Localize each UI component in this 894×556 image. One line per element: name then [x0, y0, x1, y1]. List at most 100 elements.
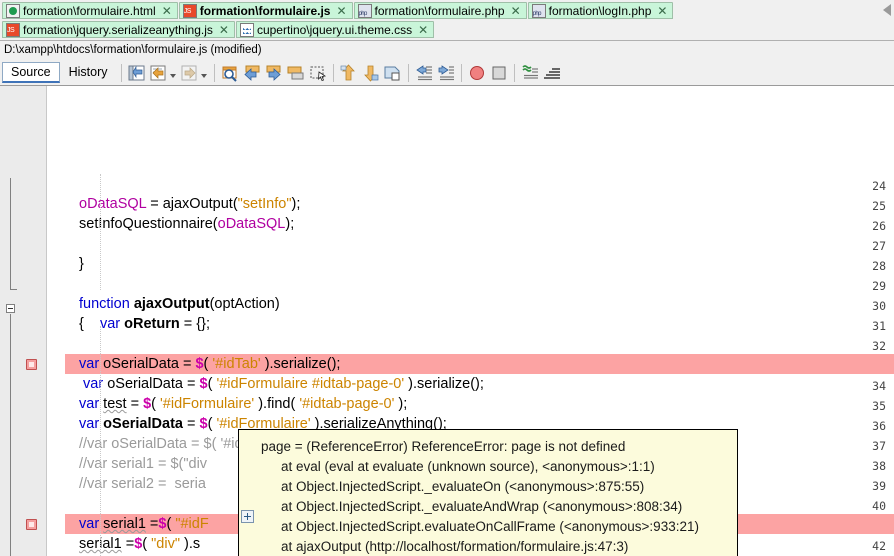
code-token: var [99, 316, 125, 332]
code-token: ); [394, 396, 408, 412]
code-token: ).s [180, 536, 201, 552]
shift-right-icon[interactable] [436, 64, 456, 82]
tooltip-stack-frame: at ajaxOutput (http://localhost/formatio… [281, 539, 629, 554]
find-selection-icon[interactable] [220, 64, 240, 82]
tab-source[interactable]: Source [2, 62, 60, 83]
code-token: $ [195, 356, 204, 372]
code-line[interactable]: setInfoQuestionnaire(oDataSQL); [79, 214, 294, 234]
tab-close-icon[interactable]: ✕ [656, 5, 668, 17]
back-navigation-dropdown-icon[interactable] [169, 74, 176, 78]
code-token: '#idTab' [212, 356, 261, 372]
code-token: = [145, 516, 159, 532]
editor-tab-row1-0[interactable]: formation\formulaire.html ✕ [2, 2, 178, 19]
code-token: ).find( [254, 396, 300, 412]
file-path-bar: D:\xampp\htdocs\formation\formulaire.js … [0, 41, 894, 60]
code-token: oSerialData = [103, 356, 196, 372]
tab-close-icon[interactable]: ✕ [218, 24, 230, 36]
tab-history[interactable]: History [60, 62, 117, 83]
code-line[interactable]: serial1 =$( "div" ).s [79, 534, 200, 554]
code-token: oDataSQL [217, 216, 286, 232]
code-line[interactable]: { var oReturn = {}; [79, 314, 210, 334]
code-token: "setInfo" [237, 196, 292, 212]
code-token: ); [291, 196, 301, 212]
forward-navigation-dropdown-icon[interactable] [200, 74, 207, 78]
previous-bookmark-icon[interactable] [242, 64, 262, 82]
editor-tab-row1-2[interactable]: formation\formulaire.php ✕ [353, 2, 527, 22]
code-token: = [182, 416, 200, 432]
code-token: ( [166, 516, 176, 532]
code-token: '#idFormulaire' [160, 396, 255, 412]
code-line[interactable]: var test = $( '#idFormulaire' ).find( '#… [79, 394, 407, 414]
code-token: oSerialData [103, 416, 183, 432]
editor-tab-label: formation\formulaire.php [374, 3, 505, 18]
editor-tab-row1-1[interactable]: formation\formulaire.js ✕ [178, 2, 353, 20]
expand-plus-icon[interactable] [241, 510, 254, 523]
comment-icon[interactable] [383, 64, 403, 82]
code-token: $ [199, 376, 208, 392]
editor-toolbar: Source History [0, 60, 894, 86]
indent-guide [100, 174, 101, 290]
code-token: = {}; [179, 316, 210, 332]
editor-tab-label: cupertino\jquery.ui.theme.css [256, 22, 413, 37]
code-token: = ajaxOutput( [150, 196, 238, 212]
editor-gutter[interactable] [0, 86, 47, 556]
editor-tab-row2-1[interactable]: cupertino\jquery.ui.theme.css ✕ [235, 21, 435, 38]
toolbar-separator [120, 63, 122, 82]
editor-tab-row1-3[interactable]: formation\logIn.php ✕ [527, 2, 674, 22]
code-token: (optAction) [209, 296, 280, 312]
next-bookmark-icon[interactable] [264, 64, 284, 82]
tooltip-error-header: page = (ReferenceError) ReferenceError: … [261, 439, 626, 454]
code-line[interactable]: } [79, 254, 84, 274]
tab-close-icon[interactable]: ✕ [417, 24, 429, 36]
php-file-icon [357, 3, 372, 22]
code-line[interactable]: var oSerialData = $( '#idFormulaire #idt… [79, 374, 484, 394]
debugger-value-tooltip: page = (ReferenceError) ReferenceError: … [238, 429, 738, 556]
toggle-breakpoint-icon[interactable] [467, 64, 487, 82]
tab-row-2: formation\jquery.serializeanything.js✕cu… [2, 21, 894, 39]
tab-close-icon[interactable]: ✕ [335, 5, 347, 17]
code-line[interactable]: function ajaxOutput(optAction) [79, 294, 280, 314]
code-token: ajaxOutput [133, 296, 210, 312]
code-token: { [79, 316, 100, 332]
back-navigation-icon[interactable] [149, 64, 169, 82]
tab-close-icon[interactable]: ✕ [510, 5, 522, 17]
shift-line-down-icon[interactable] [361, 64, 381, 82]
code-line[interactable]: oDataSQL = ajaxOutput("setInfo"); [79, 194, 300, 214]
rectangular-selection-icon[interactable] [308, 64, 328, 82]
code-editor[interactable]: 2425262728293031323435363738394042434445… [0, 86, 894, 556]
shift-line-up-icon[interactable] [339, 63, 359, 82]
breakpoint-marker-icon[interactable] [26, 359, 37, 370]
code-token: oSerialData = [107, 376, 200, 392]
tab-scroll-left-icon[interactable] [883, 4, 891, 16]
fold-line-inner [10, 314, 11, 556]
code-line[interactable]: var serial1 =$( "#idF [79, 514, 209, 534]
last-edit-icon[interactable] [127, 64, 147, 82]
start-macro-recording-icon[interactable] [520, 64, 540, 82]
editor-tab-row2-0[interactable]: formation\jquery.serializeanything.js ✕ [2, 21, 235, 39]
code-line[interactable]: var oSerialData = $( '#idTab' ).serializ… [79, 354, 340, 374]
code-token: = [121, 536, 135, 552]
indent-guide [100, 326, 101, 556]
code-token: '#idFormulaire #idtab-page-0' [216, 376, 405, 392]
toggle-bookmark-icon[interactable] [286, 64, 306, 82]
tooltip-stack-frame: at Object.InjectedScript.evaluateOnCallF… [281, 519, 699, 534]
tab-close-icon[interactable]: ✕ [161, 5, 173, 17]
code-token: //var serial1 = $("div [79, 456, 208, 472]
toolbar-separator [332, 63, 334, 82]
stop-macro-recording-icon[interactable] [542, 64, 562, 82]
breakpoint-marker-icon[interactable] [26, 519, 37, 530]
code-token: "div" [151, 536, 180, 552]
stop-icon[interactable] [489, 64, 509, 82]
html-file-icon [6, 3, 20, 18]
code-token: serial1 [103, 516, 146, 532]
code-line[interactable]: //var serial1 = $("div [79, 454, 207, 474]
toolbar-separator [460, 63, 462, 82]
code-line[interactable]: //var serial2 = seria [79, 474, 206, 494]
editor-tab-label: formation\formulaire.html [23, 3, 156, 18]
forward-navigation-icon[interactable] [180, 64, 200, 82]
shift-left-icon[interactable] [414, 64, 434, 82]
code-token: '#idtab-page-0' [299, 396, 395, 412]
tooltip-stack-frame: at Object.InjectedScript._evaluateAndWra… [281, 499, 683, 514]
fold-toggle-icon[interactable] [6, 304, 15, 313]
js-file-icon [6, 22, 20, 39]
